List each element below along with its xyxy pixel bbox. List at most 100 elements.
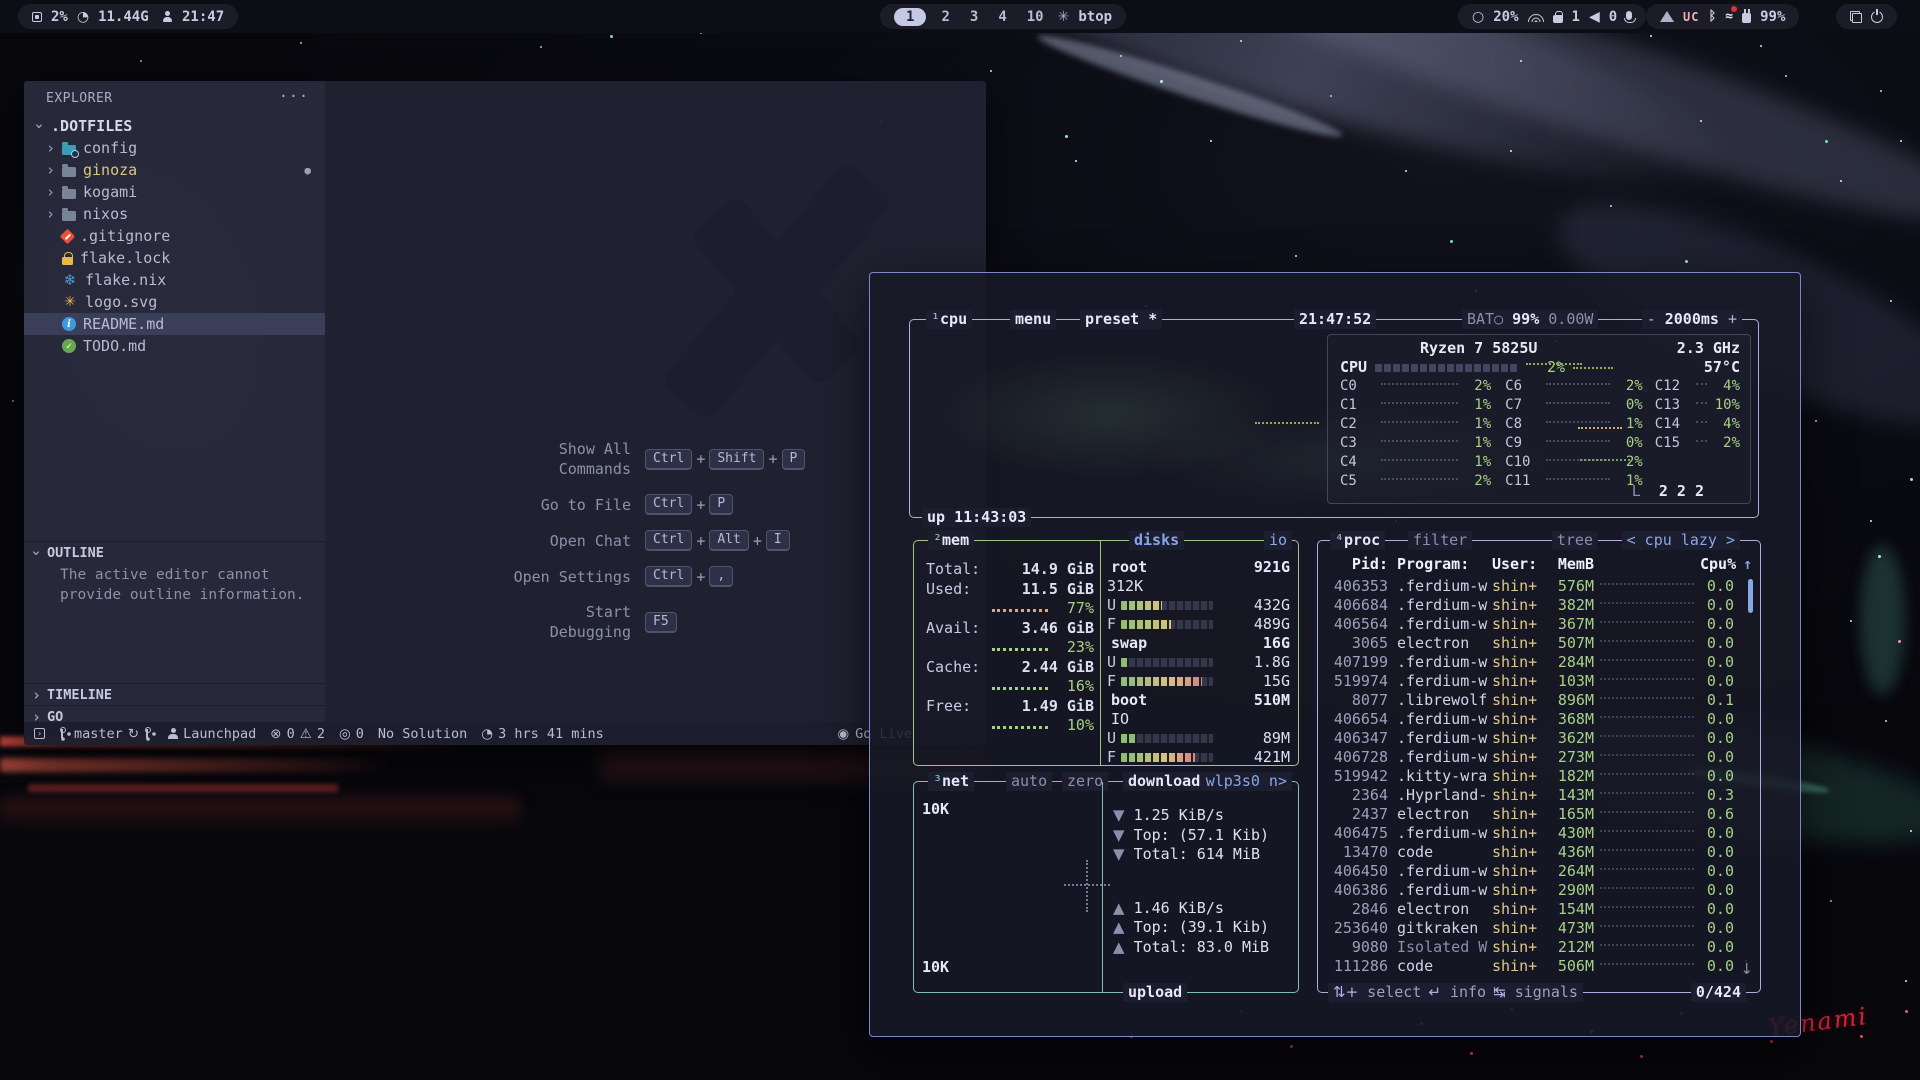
microphone-icon[interactable] <box>1626 11 1632 20</box>
launchpad-item[interactable]: Launchpad <box>168 726 256 742</box>
explorer-sidebar: EXPLORER ··· › .DOTFILES › config › gino… <box>24 81 325 722</box>
proc-tree-button[interactable]: tree <box>1552 531 1598 550</box>
preset-button[interactable]: preset * <box>1080 310 1162 329</box>
disk-free-meter <box>1121 753 1213 762</box>
shortcut-row: Open Chat Ctrl+Alt+I <box>445 530 865 551</box>
core-column-1: C02% C11% C21% C31% C41% C52% <box>1340 377 1491 491</box>
proc-table-header[interactable]: Pid: Program: User: MemB Cpu% <box>1326 555 1734 574</box>
process-row[interactable]: 406684 .ferdium-w shin+ 382M 0.0 <box>1326 596 1734 615</box>
process-row[interactable]: 406347 .ferdium-w shin+ 362M 0.0 <box>1326 729 1734 748</box>
process-row[interactable]: 111286 code shin+ 506M 0.0 <box>1326 957 1734 976</box>
header-memory[interactable]: MemB <box>1548 555 1594 574</box>
box-label: cpu <box>940 310 967 328</box>
workspace-button[interactable]: 2 <box>936 9 954 25</box>
shortcut-label: Start Debugging <box>499 602 631 642</box>
process-row[interactable]: 407199 .ferdium-w shin+ 284M 0.0 <box>1326 653 1734 672</box>
git-branch-indicator[interactable]: master ↻ <box>59 726 154 742</box>
proc-box-title[interactable]: ⁴proc <box>1330 531 1385 550</box>
process-row[interactable]: 406654 .ferdium-w shin+ 368M 0.0 <box>1326 710 1734 729</box>
keybind-hint[interactable]: ↹ signals <box>1493 983 1578 1002</box>
process-row[interactable]: 406386 .ferdium-w shin+ 290M 0.0 <box>1326 881 1734 900</box>
mem-box-title[interactable]: ²mem <box>928 531 974 550</box>
scroll-down-icon[interactable]: ↓ <box>1740 960 1753 978</box>
file-tree-row[interactable]: flake.lock <box>24 247 325 269</box>
brightness-level: 20% <box>1493 9 1518 25</box>
menu-button[interactable]: menu <box>1010 310 1056 329</box>
chevron-right-icon: › <box>46 139 60 157</box>
signal-icon[interactable] <box>1660 11 1674 22</box>
core-sparkline <box>1526 363 1582 365</box>
workspace-button[interactable]: 10 <box>1022 9 1049 25</box>
outline-section-header[interactable]: › OUTLINE <box>24 541 325 563</box>
keycap: P <box>782 449 806 470</box>
net-auto-button[interactable]: auto <box>1006 772 1052 791</box>
btop-terminal-window[interactable]: ¹cpu menu preset * 21:47:52 BAT○ 99% 0.0… <box>869 272 1801 1037</box>
workspace-button[interactable]: 1 <box>894 8 926 26</box>
net-box-title[interactable]: ³net <box>928 772 974 791</box>
file-tree-row[interactable]: › nixos <box>24 203 325 225</box>
process-row[interactable]: 519942 .kitty-wra shin+ 182M 0.0 <box>1326 767 1734 786</box>
workspace-button[interactable]: 4 <box>993 9 1011 25</box>
quick-settings-pill[interactable]: ○ 20% 1 ◀ 0 <box>1458 4 1646 29</box>
file-tree-row[interactable]: › config <box>24 137 325 159</box>
system-tray-pill[interactable]: UC ᛒ ≈ 99% <box>1646 4 1799 29</box>
process-row[interactable]: 3065 electron shin+ 507M 0.0 <box>1326 634 1734 653</box>
header-user[interactable]: User: <box>1492 555 1548 574</box>
process-row[interactable]: 406475 .ferdium-w shin+ 430M 0.0 <box>1326 824 1734 843</box>
ports-indicator[interactable]: ◎ 0 <box>339 726 364 742</box>
file-tree-row[interactable]: › ginoza ● <box>24 159 325 181</box>
cpu-box-title[interactable]: ¹cpu <box>926 310 972 329</box>
bluetooth-icon[interactable]: ᛒ <box>1708 9 1716 24</box>
file-label: ginoza <box>83 161 137 179</box>
timeline-section-header[interactable]: › TIMELINE <box>24 683 325 705</box>
vscode-window[interactable]: Show All Commands Ctrl+Shift+P Go to Fil… <box>24 81 986 745</box>
remote-indicator[interactable]: › <box>34 728 45 739</box>
process-row[interactable]: 406353 .ferdium-w shin+ 576M 0.0 <box>1326 577 1734 596</box>
more-actions-icon[interactable]: ··· <box>279 87 309 105</box>
file-tree-row[interactable]: ✳ logo.svg <box>24 291 325 313</box>
clipboard-icon[interactable] <box>1850 11 1862 23</box>
header-pid[interactable]: Pid: <box>1326 555 1388 574</box>
process-row[interactable]: 2364 .Hyprland- shin+ 143M 0.3 <box>1326 786 1734 805</box>
net-scale-top: 10K <box>922 800 949 818</box>
file-tree-row[interactable]: ✓ TODO.md <box>24 335 325 357</box>
process-row[interactable]: 2437 electron shin+ 165M 0.6 <box>1326 805 1734 824</box>
file-tree-row[interactable]: .gitignore <box>24 225 325 247</box>
memory-stat-row: Used:11.5 GiB 77% <box>926 579 1094 618</box>
process-row[interactable]: 406450 .ferdium-w shin+ 264M 0.0 <box>1326 862 1734 881</box>
time-tracker[interactable]: ◔ 3 hrs 41 mins <box>481 726 603 742</box>
clock-pill[interactable]: 21:47 <box>148 4 238 29</box>
io-mode-button[interactable]: io <box>1264 531 1292 550</box>
workspace-button[interactable]: 3 <box>965 9 983 25</box>
refresh-interval-control[interactable]: - 2000ms + <box>1642 310 1742 329</box>
file-tree-row[interactable]: › kogami <box>24 181 325 203</box>
proc-filter-button[interactable]: filter <box>1408 531 1472 550</box>
keyboard-layout[interactable]: UC <box>1683 10 1699 24</box>
process-row[interactable]: 9080 Isolated W shin+ 212M 0.0 <box>1326 938 1734 957</box>
gear-icon: ✳ <box>1058 9 1070 25</box>
keybind-hint[interactable]: ⇅+ select <box>1333 983 1421 1002</box>
file-tree-row[interactable]: i README.md <box>24 313 325 335</box>
explorer-root-folder[interactable]: › .DOTFILES <box>24 115 325 137</box>
process-row[interactable]: 406728 .ferdium-w shin+ 273M 0.0 <box>1326 748 1734 767</box>
process-row[interactable]: 2846 electron shin+ 154M 0.0 <box>1326 900 1734 919</box>
notification-app-icon[interactable]: ≈ <box>1725 9 1733 24</box>
proc-sort-selector[interactable]: < cpu lazy > <box>1622 531 1740 550</box>
process-row[interactable]: 406564 .ferdium-w shin+ 367M 0.0 <box>1326 615 1734 634</box>
keybind-hint[interactable]: ↵ info <box>1428 983 1486 1002</box>
process-row[interactable]: 519974 .ferdium-w shin+ 103M 0.0 <box>1326 672 1734 691</box>
speaker-icon[interactable]: ◀ <box>1589 9 1600 25</box>
file-tree-row[interactable]: ❄ flake.nix <box>24 269 325 291</box>
header-program[interactable]: Program: <box>1388 555 1492 574</box>
solution-indicator[interactable]: No Solution <box>378 726 467 742</box>
power-icon[interactable] <box>1871 11 1883 23</box>
problems-indicator[interactable]: ⊗ 0 ⚠ 2 <box>270 726 325 742</box>
proc-scrollbar[interactable] <box>1748 579 1753 613</box>
process-row[interactable]: 13470 code shin+ 436M 0.0 <box>1326 843 1734 862</box>
process-row[interactable]: 8077 .librewolf shin+ 896M 0.1 <box>1326 691 1734 710</box>
sort-direction-icon[interactable]: ↑ <box>1743 555 1752 573</box>
wifi-icon[interactable] <box>1528 11 1544 22</box>
process-row[interactable]: 253640 gitkraken shin+ 473M 0.0 <box>1326 919 1734 938</box>
disks-title[interactable]: disks <box>1129 531 1184 550</box>
header-cpu[interactable]: Cpu% <box>1700 555 1734 574</box>
